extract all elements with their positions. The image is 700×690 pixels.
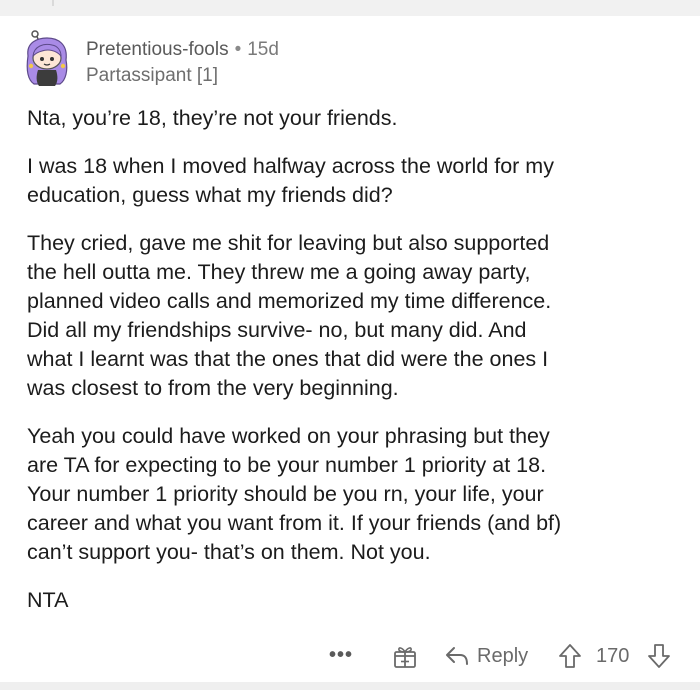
- user-flair: Partassipant [1]: [86, 65, 219, 86]
- comment-meta: Pretentious-fools • 15d: [86, 38, 279, 62]
- divider-tick: [52, 0, 54, 6]
- comment-paragraph: They cried, gave me shit for leaving but…: [27, 231, 552, 400]
- avatar[interactable]: [22, 30, 72, 88]
- downvote-arrow-icon[interactable]: [646, 643, 672, 669]
- avatar-icon: [26, 30, 68, 86]
- reply-label: Reply: [477, 644, 529, 667]
- meta-separator: •: [234, 39, 242, 60]
- username-link[interactable]: Pretentious-fools: [86, 39, 229, 60]
- gift-award-icon[interactable]: [392, 643, 418, 669]
- top-divider: [0, 0, 700, 16]
- bottom-divider: [0, 682, 700, 690]
- upvote-arrow-icon[interactable]: [557, 643, 583, 669]
- reply-button[interactable]: Reply: [444, 642, 528, 670]
- comment-age: 15d: [247, 39, 279, 60]
- reply-arrow-icon: [446, 647, 468, 665]
- comment-actions: ••• Reply 170: [0, 642, 700, 672]
- more-options-button[interactable]: •••: [329, 642, 353, 668]
- comment-paragraph: Yeah you could have worked on your phras…: [27, 424, 562, 564]
- comment-paragraph: NTA: [27, 588, 69, 612]
- vote-score: 170: [596, 645, 630, 667]
- comment-paragraph: I was 18 when I moved halfway across the…: [27, 154, 554, 207]
- comment-body: Nta, you’re 18, they’re not your friends…: [27, 104, 677, 634]
- comment-paragraph: Nta, you’re 18, they’re not your friends…: [27, 106, 398, 130]
